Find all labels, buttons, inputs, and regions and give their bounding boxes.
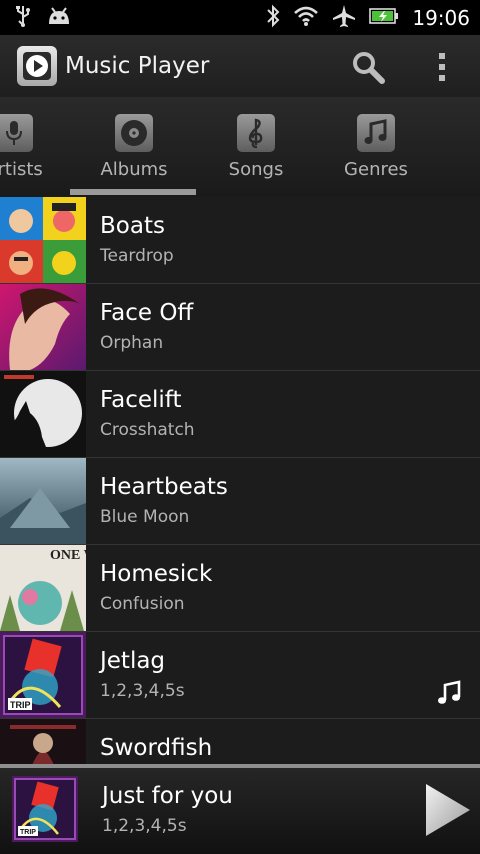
- album-art: [0, 719, 86, 767]
- album-art-text: ONE WORLD: [50, 548, 86, 563]
- microphone-icon: [0, 114, 33, 152]
- now-playing-artist: 1,2,3,4,5s: [102, 816, 187, 836]
- album-art: TRIP: [0, 632, 86, 718]
- album-title: Facelift: [100, 387, 182, 413]
- battery-charging-icon: [369, 7, 399, 29]
- action-bar: Music Player: [0, 35, 480, 97]
- treble-clef-icon: [237, 114, 275, 152]
- tab-indicator: [70, 189, 196, 195]
- play-button-icon[interactable]: [422, 782, 472, 838]
- now-playing-title: Just for you: [102, 783, 233, 809]
- tab-label: Songs: [228, 159, 284, 180]
- album-artist: 1,2,3,4,5s: [100, 681, 185, 701]
- tab-artists[interactable]: Artists: [0, 97, 78, 197]
- album-title: Heartbeats: [100, 474, 228, 500]
- album-icon: [115, 114, 153, 152]
- tab-folders[interactable]: F: [432, 97, 480, 197]
- tab-label: Genres: [344, 159, 408, 180]
- album-art: [0, 197, 86, 283]
- app-title: Music Player: [65, 53, 210, 79]
- album-row-homesick[interactable]: ONE WORLD Homesick Confusion: [0, 545, 480, 632]
- now-playing-art-text: TRIP: [20, 829, 36, 836]
- tab-genres[interactable]: Genres: [312, 97, 440, 197]
- tab-albums[interactable]: Albums: [70, 97, 198, 197]
- album-artist: Orphan: [100, 333, 164, 353]
- album-title: Homesick: [100, 561, 213, 587]
- android-icon: [46, 6, 72, 30]
- now-playing-note-icon: [436, 680, 462, 710]
- status-time: 19:06: [412, 5, 470, 30]
- now-playing-art: TRIP: [12, 776, 78, 842]
- album-artist: Blue Moon: [100, 507, 190, 527]
- album-title: Face Off: [100, 300, 194, 326]
- tab-songs[interactable]: Songs: [192, 97, 320, 197]
- status-bar: 19:06: [0, 0, 480, 35]
- wifi-icon: [293, 5, 319, 31]
- album-artist: Confusion: [100, 594, 185, 614]
- album-row-swordfish[interactable]: Swordfish: [0, 719, 480, 767]
- album-artist: Teardrop: [100, 246, 174, 266]
- usb-icon: [14, 5, 32, 31]
- album-row-face-off[interactable]: Face Off Orphan: [0, 284, 480, 371]
- album-title: Swordfish: [100, 735, 213, 761]
- now-playing-bar[interactable]: TRIP Just for you 1,2,3,4,5s: [0, 768, 480, 854]
- tab-label: F: [432, 159, 480, 180]
- album-list[interactable]: Boats Teardrop Face Off Orphan Facelift …: [0, 197, 480, 767]
- music-note-icon: [357, 114, 395, 152]
- album-row-jetlag[interactable]: TRIP Jetlag 1,2,3,4,5s: [0, 632, 480, 719]
- album-art-text: TRIP: [10, 700, 31, 710]
- album-title: Boats: [100, 213, 165, 239]
- tab-strip: Artists Albums Songs Genres F: [0, 97, 480, 197]
- tab-label: Artists: [0, 159, 43, 180]
- airplane-icon: [332, 4, 356, 32]
- tab-label: Albums: [100, 159, 168, 180]
- album-row-facelift[interactable]: Facelift Crosshatch: [0, 371, 480, 458]
- album-title: Jetlag: [100, 648, 166, 674]
- search-icon[interactable]: [348, 47, 388, 87]
- album-row-heartbeats[interactable]: Heartbeats Blue Moon: [0, 458, 480, 545]
- album-art: ONE WORLD: [0, 545, 86, 631]
- album-row-boats[interactable]: Boats Teardrop: [0, 197, 480, 284]
- album-art: [0, 371, 86, 457]
- bluetooth-icon: [266, 4, 280, 32]
- play-logo-icon[interactable]: [17, 46, 57, 86]
- album-art: [0, 458, 86, 544]
- album-art: [0, 284, 86, 370]
- album-artist: Crosshatch: [100, 420, 195, 440]
- overflow-menu-icon[interactable]: [422, 47, 462, 87]
